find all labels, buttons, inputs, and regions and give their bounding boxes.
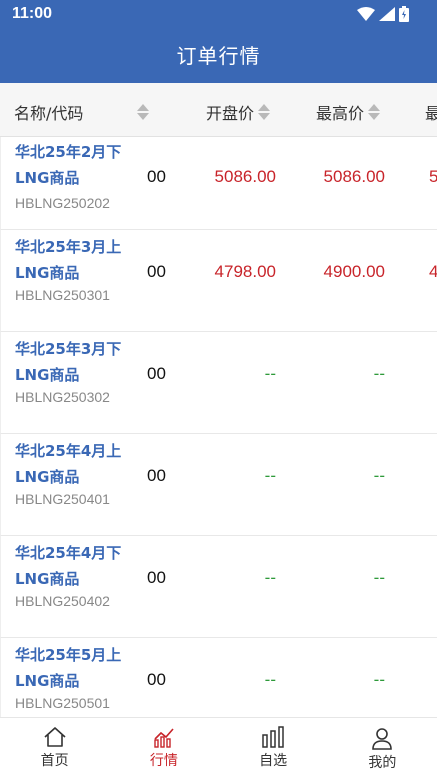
nav-item-home[interactable]: 首页	[0, 718, 109, 777]
nav-item-market[interactable]: 行情	[109, 718, 218, 777]
product-name: 华北25年5月上LNG商品	[15, 646, 122, 690]
nav-item-label: 首页	[40, 753, 69, 769]
signal-icon	[379, 7, 395, 21]
table-row[interactable]: 华北25年5月上LNG商品 HBLNG250501 00 -- --	[0, 638, 437, 717]
next-price: 4	[429, 262, 437, 281]
product-name: 华北25年4月上LNG商品	[15, 442, 122, 486]
product-code: HBLNG250501	[15, 695, 110, 711]
column-header-open[interactable]: 开盘价	[206, 100, 271, 124]
battery-icon	[399, 6, 409, 22]
high-price: --	[373, 466, 385, 485]
cell-value: 00	[147, 262, 166, 281]
table-row[interactable]: 华北25年2月下LNG商品 HBLNG250202 00 5086.00 508…	[0, 137, 437, 230]
open-price: --	[264, 568, 276, 587]
product-code: HBLNG250301	[15, 287, 110, 303]
product-name: 华北25年3月上LNG商品	[15, 238, 122, 282]
cell-value: 00	[147, 167, 166, 186]
status-bar: 11:00	[0, 0, 437, 30]
bars-icon	[262, 726, 284, 748]
product-code: HBLNG250202	[15, 195, 110, 211]
column-header-high[interactable]: 最高价	[316, 100, 381, 124]
product-name: 华北25年2月下LNG商品	[15, 143, 122, 187]
table-row[interactable]: 华北25年4月下LNG商品 HBLNG250402 00 -- --	[0, 536, 437, 638]
column-header-next[interactable]: 最	[425, 100, 437, 124]
nav-item-watchlist[interactable]: 自选	[219, 718, 328, 777]
cell-value: 00	[147, 466, 166, 485]
open-price: 5086.00	[214, 167, 276, 186]
open-price: 4798.00	[214, 262, 276, 281]
column-header-label: 开盘价	[206, 104, 255, 123]
cell-value: 00	[147, 568, 166, 587]
nav-item-label: 自选	[259, 753, 288, 769]
high-price: --	[373, 364, 385, 383]
open-price: --	[264, 364, 276, 383]
home-icon	[44, 727, 66, 747]
open-price: --	[264, 466, 276, 485]
quote-list[interactable]: 华北25年2月下LNG商品 HBLNG250202 00 5086.00 508…	[0, 137, 437, 717]
user-icon	[372, 728, 393, 750]
product-code: HBLNG250402	[15, 593, 110, 609]
column-header-label: 最	[425, 104, 437, 123]
cell-value: 00	[147, 364, 166, 383]
table-row[interactable]: 华北25年3月下LNG商品 HBLNG250302 00 -- --	[0, 332, 437, 434]
sort-icon[interactable]	[368, 103, 381, 121]
table-row[interactable]: 华北25年4月上LNG商品 HBLNG250401 00 -- --	[0, 434, 437, 536]
chart-icon	[154, 728, 174, 748]
high-price: 5086.00	[323, 167, 385, 186]
high-price: --	[373, 568, 385, 587]
sort-icon[interactable]	[137, 103, 150, 121]
app-header: 11:00 订单行情	[0, 0, 437, 83]
column-header-label: 名称/代码	[14, 104, 84, 123]
status-time: 11:00	[12, 5, 53, 22]
next-price: 5	[429, 167, 437, 186]
high-price: 4900.00	[323, 262, 385, 281]
high-price: --	[373, 670, 385, 689]
product-name: 华北25年3月下LNG商品	[15, 340, 122, 384]
status-icons	[357, 6, 409, 22]
product-name: 华北25年4月下LNG商品	[15, 544, 122, 588]
wifi-icon	[357, 7, 375, 21]
table-row[interactable]: 华北25年3月上LNG商品 HBLNG250301 00 4798.00 490…	[0, 230, 437, 332]
product-code: HBLNG250401	[15, 491, 110, 507]
nav-item-label: 行情	[149, 753, 178, 769]
cell-value: 00	[147, 670, 166, 689]
product-code: HBLNG250302	[15, 389, 110, 405]
column-header-label: 最高价	[316, 104, 365, 123]
sort-icon[interactable]	[258, 103, 271, 121]
nav-item-profile[interactable]: 我的	[328, 718, 437, 777]
table-header: 名称/代码 开盘价 最高价 最	[0, 83, 437, 137]
column-header-name[interactable]: 名称/代码	[14, 100, 150, 124]
page-title: 订单行情	[176, 44, 261, 68]
open-price: --	[264, 670, 276, 689]
bottom-nav: 首页 行情 自选 我的	[0, 717, 437, 777]
nav-item-label: 我的	[368, 755, 397, 771]
